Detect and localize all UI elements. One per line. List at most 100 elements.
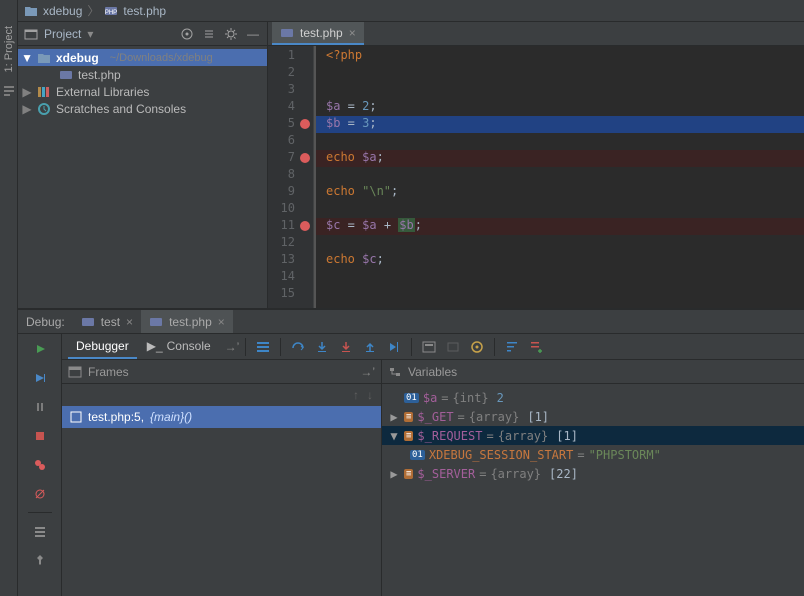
var-row[interactable]: 01 $a = {int} 2: [382, 388, 804, 407]
code-token: <?php: [326, 48, 362, 62]
line-number[interactable]: 11: [268, 218, 313, 235]
structure-icon[interactable]: [2, 84, 16, 98]
debug-tabs: Debug: test × test.php ×: [18, 310, 804, 334]
target-icon[interactable]: [179, 26, 195, 42]
trace-icon[interactable]: [442, 336, 464, 358]
var-name: $_GET: [417, 410, 453, 424]
filter-icon[interactable]: →’: [360, 365, 375, 379]
debugger-tab[interactable]: Debugger: [68, 335, 137, 359]
add-watch-icon[interactable]: [525, 336, 547, 358]
code-token: echo: [326, 150, 362, 164]
pin-button[interactable]: [29, 549, 51, 571]
var-row[interactable]: ▶≡ $_GET = {array} [1]: [382, 407, 804, 426]
line-number: 2: [268, 65, 313, 82]
breadcrumb: xdebug 〉 PHP test.php: [18, 0, 804, 22]
pause-button[interactable]: [29, 396, 51, 418]
expand-icon[interactable]: ▼: [22, 51, 32, 65]
view-breakpoints-button[interactable]: [29, 454, 51, 476]
line-number: 1: [268, 48, 313, 65]
arrow-up-icon[interactable]: ↑: [353, 388, 359, 402]
close-icon[interactable]: ×: [126, 315, 133, 329]
project-view-icon[interactable]: [24, 28, 38, 40]
libraries-icon: [37, 86, 51, 98]
rerun-button[interactable]: [29, 338, 51, 360]
dropdown-icon[interactable]: ▾: [87, 27, 93, 41]
debug-run-tab[interactable]: test ×: [73, 310, 141, 333]
code-token: $a: [362, 150, 376, 164]
project-tree: ▼ xdebug ~/Downloads/xdebug test.php ▶ E…: [18, 46, 267, 120]
gear-icon[interactable]: [223, 26, 239, 42]
gutter[interactable]: 1 2 3 4 5 6 7 8 9 10 11 12 13 14 15: [268, 46, 314, 310]
code-area[interactable]: <?php $a = 2; $b = 3; echo $a; echo "\n"…: [314, 46, 804, 310]
line-number: 10: [268, 201, 313, 218]
var-row[interactable]: 01 XDEBUG_SESSION_START = "PHPSTORM": [382, 445, 804, 464]
tree-scratches[interactable]: ▶ Scratches and Consoles: [18, 100, 267, 117]
breadcrumb-project[interactable]: xdebug: [43, 4, 82, 18]
code-token: $c: [362, 252, 376, 266]
hide-icon[interactable]: —: [245, 26, 261, 42]
line-number[interactable]: 7: [268, 150, 313, 167]
frame-row[interactable]: test.php:5, {main}(): [62, 406, 381, 428]
line-number: 8: [268, 167, 313, 184]
debug-run-label: test: [101, 315, 120, 329]
expand-icon[interactable]: ▶: [22, 102, 32, 116]
force-step-into-icon[interactable]: [335, 336, 357, 358]
editor-body[interactable]: 1 2 3 4 5 6 7 8 9 10 11 12 13 14 15 <?ph…: [268, 46, 804, 310]
svg-text:PHP: PHP: [105, 10, 117, 16]
expand-icon[interactable]: ▶: [22, 85, 32, 99]
stop-button[interactable]: [29, 425, 51, 447]
tree-ext-libs[interactable]: ▶ External Libraries: [18, 83, 267, 100]
close-icon[interactable]: ×: [218, 315, 225, 329]
code-token: +: [377, 218, 399, 232]
evaluate-expression-icon[interactable]: [418, 336, 440, 358]
collapse-icon[interactable]: ▼: [388, 429, 400, 443]
var-name: $_REQUEST: [417, 429, 482, 443]
settings-button[interactable]: [29, 520, 51, 542]
show-execution-point-icon[interactable]: [252, 336, 274, 358]
collapse-all-icon[interactable]: [201, 26, 217, 42]
expand-icon[interactable]: ▶: [388, 410, 400, 424]
mute-breakpoints-button[interactable]: [29, 483, 51, 505]
close-icon[interactable]: ×: [349, 26, 356, 40]
tool-window-strip: 1: Project: [0, 0, 18, 596]
breadcrumb-file[interactable]: test.php: [123, 4, 166, 18]
output-icon[interactable]: →’: [225, 340, 240, 354]
tree-scratches-label: Scratches and Consoles: [56, 102, 186, 116]
var-row[interactable]: ▶≡ $_SERVER = {array} [22]: [382, 464, 804, 483]
project-title[interactable]: Project: [44, 27, 81, 41]
step-into-icon[interactable]: [311, 336, 333, 358]
var-value: 2: [497, 391, 504, 405]
step-out-icon[interactable]: [359, 336, 381, 358]
tree-file[interactable]: test.php: [18, 66, 267, 83]
code-token: ;: [391, 184, 398, 198]
sort-icon[interactable]: [501, 336, 523, 358]
folder-icon: [24, 5, 38, 17]
line-number: 15: [268, 286, 313, 303]
debug-panel: Debug: test × test.php × Debugger: [18, 308, 804, 596]
run-to-cursor-icon[interactable]: [383, 336, 405, 358]
frames-icon: [68, 366, 82, 378]
frames-list[interactable]: ↑ ↓ test.php:5, {main}(): [62, 384, 381, 596]
frame-nav: ↑ ↓: [62, 384, 381, 406]
step-over-icon[interactable]: [287, 336, 309, 358]
expand-icon[interactable]: ▶: [388, 467, 400, 481]
watch-icon[interactable]: [466, 336, 488, 358]
resume-button[interactable]: [29, 367, 51, 389]
php-file-icon: PHP: [104, 5, 118, 17]
editor-tab[interactable]: test.php ×: [272, 22, 364, 45]
code-token: $b: [326, 116, 340, 130]
console-tab[interactable]: ▶_Console: [139, 335, 219, 359]
debug-run-label: test.php: [169, 315, 212, 329]
variables-list[interactable]: 01 $a = {int} 2 ▶≡ $_GET = {array} [1]: [382, 384, 804, 596]
var-type: {array}: [469, 410, 520, 424]
php-file-icon: [149, 316, 163, 328]
debug-body: Frames →’ ↑ ↓ test.php:5, {main}(): [62, 360, 804, 596]
var-row[interactable]: ▼≡ $_REQUEST = {array} [1]: [382, 426, 804, 445]
line-number[interactable]: 5: [268, 116, 313, 133]
var-name: XDEBUG_SESSION_START: [429, 448, 574, 462]
tree-root[interactable]: ▼ xdebug ~/Downloads/xdebug: [18, 49, 267, 66]
debug-run-tab[interactable]: test.php ×: [141, 310, 233, 333]
arrow-down-icon[interactable]: ↓: [367, 388, 373, 402]
folder-icon: [37, 52, 51, 64]
project-tool-tab[interactable]: 1: Project: [3, 26, 15, 72]
